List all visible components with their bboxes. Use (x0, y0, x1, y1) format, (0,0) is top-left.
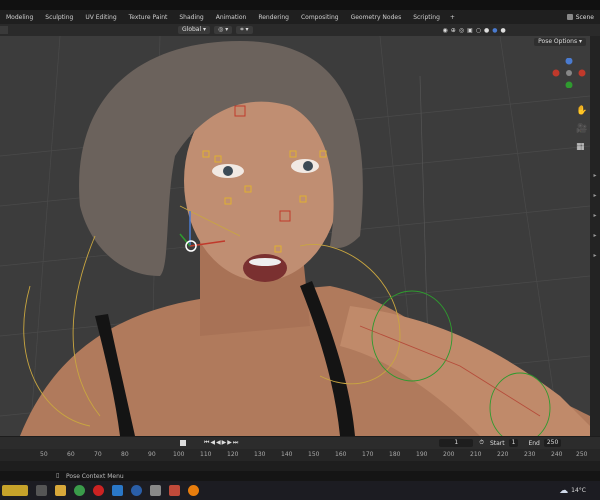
3d-viewport[interactable] (0, 36, 590, 436)
add-workspace-button[interactable]: + (446, 14, 459, 21)
temperature-label: 14°C (571, 487, 586, 494)
title-bar (0, 0, 600, 10)
camera-icon[interactable]: 🎥 (576, 120, 587, 138)
record-icon[interactable] (180, 440, 186, 446)
xray-icon[interactable]: ▣ (467, 27, 473, 34)
material-shading-icon[interactable]: ● (492, 27, 497, 34)
mode-dropdown[interactable] (0, 26, 8, 34)
tab-rendering[interactable]: Rendering (252, 14, 295, 21)
scene-selector[interactable]: Scene (566, 10, 594, 24)
viewport-scene (0, 36, 590, 436)
ruler-tick: 230 (524, 451, 536, 458)
blender-icon[interactable] (188, 485, 199, 496)
viewport-shading-group: ◉ ⊕ ◎ ▣ ○ ● ● ● (443, 27, 506, 34)
gizmo-icon[interactable]: ⊕ (451, 27, 456, 34)
app-c-icon[interactable] (131, 485, 142, 496)
file-explorer-icon[interactable] (55, 485, 66, 496)
ruler-tick: 70 (94, 451, 102, 458)
app-m-icon[interactable] (112, 485, 123, 496)
grid-view-icon[interactable]: ▦ (576, 138, 587, 156)
ruler-tick: 190 (416, 451, 428, 458)
start-frame-field[interactable]: 1 (508, 439, 519, 447)
viewport-header: Global ▾ ◎ ▾ ⌗ ▾ ◉ ⊕ ◎ ▣ ○ ● ● ● (0, 24, 600, 36)
tab-sculpting[interactable]: Sculpting (39, 14, 79, 21)
clock-icon[interactable]: ⏱ (479, 439, 484, 447)
pan-hand-icon[interactable]: ✋ (576, 102, 587, 120)
tab-scripting[interactable]: Scripting (407, 14, 446, 21)
overlay-icon[interactable]: ◎ (459, 27, 464, 34)
wireframe-shading-icon[interactable]: ○ (476, 27, 481, 34)
viewport-nav-tools: ✋ 🎥 ▦ (576, 102, 587, 156)
pose-options-label: Pose Options (538, 38, 578, 45)
visibility-icon[interactable]: ◉ (443, 27, 448, 34)
tab-geometry-nodes[interactable]: Geometry Nodes (345, 14, 408, 21)
ruler-tick: 250 (576, 451, 588, 458)
current-frame-field[interactable]: 1 (439, 439, 474, 447)
opera-icon[interactable] (93, 485, 104, 496)
timeline-ruler[interactable]: 50 60 70 80 90 100 110 120 130 140 150 1… (0, 449, 600, 461)
ruler-tick: 100 (173, 451, 185, 458)
workspace-tabs: Modeling Sculpting UV Editing Texture Pa… (0, 10, 600, 24)
chrome-icon[interactable] (74, 485, 85, 496)
ruler-tick: 140 (281, 451, 293, 458)
start-label: Start (489, 439, 505, 447)
cloud-icon[interactable]: ☁ (559, 486, 568, 496)
ruler-tick: 90 (148, 451, 156, 458)
rendered-shading-icon[interactable]: ● (500, 27, 505, 34)
ruler-tick: 120 (227, 451, 239, 458)
tab-uv-editing[interactable]: UV Editing (79, 14, 122, 21)
status-bar: ▯ Pose Context Menu (0, 471, 600, 481)
solid-shading-icon[interactable]: ● (484, 27, 489, 34)
scene-props-icon[interactable]: ▸ (590, 186, 600, 206)
playback-buttons[interactable]: ⏮◀◀▶▶⏭ (204, 439, 239, 447)
tab-texture-paint[interactable]: Texture Paint (123, 14, 174, 21)
timeline-controls: ⏮◀◀▶▶⏭ 1 ⏱ Start 1 End 250 (0, 437, 600, 449)
ruler-tick: 180 (389, 451, 401, 458)
tab-compositing[interactable]: Compositing (295, 14, 345, 21)
ruler-tick: 210 (470, 451, 482, 458)
status-context-menu: Pose Context Menu (66, 473, 124, 480)
end-frame-field[interactable]: 250 (543, 439, 562, 447)
app-grid-icon[interactable] (169, 485, 180, 496)
ruler-tick: 200 (443, 451, 455, 458)
bone-props-icon[interactable]: ▸ (590, 246, 600, 266)
tab-shading[interactable]: Shading (173, 14, 209, 21)
ruler-tick: 160 (335, 451, 347, 458)
app-window-icon[interactable] (150, 485, 161, 496)
end-label: End (528, 439, 540, 447)
ruler-tick: 60 (67, 451, 75, 458)
sidebar-toolbar: ▸ ▸ ▸ ▸ ▸ (590, 36, 600, 436)
transform-orientation-dropdown[interactable]: Global ▾ (178, 26, 211, 34)
timeline-area[interactable] (0, 461, 600, 471)
scene-label: Scene (575, 13, 594, 21)
os-taskbar: ☁ 14°C (0, 481, 600, 500)
task-view-icon[interactable] (36, 485, 47, 496)
world-props-icon[interactable]: ▸ (590, 206, 600, 226)
scene-icon (566, 14, 573, 20)
ruler-tick: 110 (200, 451, 212, 458)
weather-widget-icon[interactable] (2, 485, 28, 496)
ruler-tick: 170 (362, 451, 374, 458)
ruler-tick: 130 (254, 451, 266, 458)
ruler-tick: 80 (121, 451, 129, 458)
ruler-tick: 50 (40, 451, 48, 458)
tab-modeling[interactable]: Modeling (0, 14, 39, 21)
ruler-tick: 220 (497, 451, 509, 458)
snap-dropdown[interactable]: ⌗ ▾ (236, 26, 253, 34)
mouse-icon: ▯ (56, 472, 60, 479)
navigation-gizmo[interactable] (552, 58, 586, 88)
ruler-tick: 150 (308, 451, 320, 458)
object-props-icon[interactable]: ▸ (590, 226, 600, 246)
pose-options-dropdown[interactable]: Pose Options ▾ (534, 38, 586, 46)
orientation-label: Global (182, 26, 202, 33)
ruler-tick: 240 (551, 451, 563, 458)
pivot-dropdown[interactable]: ◎ ▾ (214, 26, 233, 34)
tool-icon[interactable]: ▸ (590, 166, 600, 186)
tab-animation[interactable]: Animation (210, 14, 253, 21)
